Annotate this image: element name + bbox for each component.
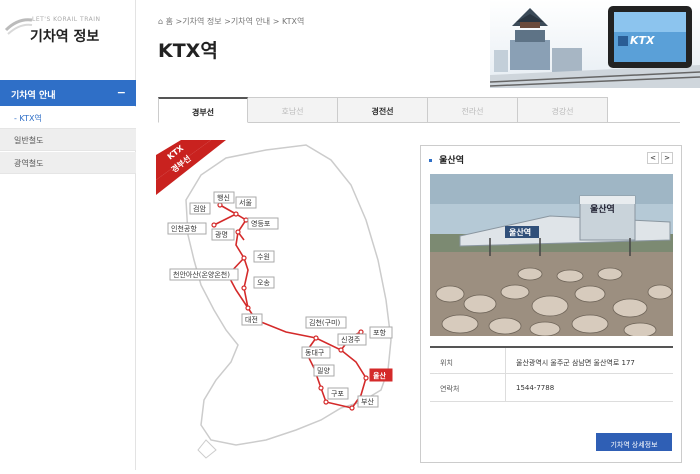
station-incheon-airport[interactable]: 인천공항 [167, 222, 207, 235]
station-seoul[interactable]: 서울 [235, 196, 257, 209]
ktx-logo-icon: KTX [630, 34, 655, 47]
station-haengsin[interactable]: 행신 [213, 191, 235, 204]
station-osong[interactable]: 오송 [253, 276, 275, 289]
tab-honam[interactable]: 호남선 [248, 97, 338, 123]
brand-eng-text: LET'S KORAIL TRAIN [32, 16, 101, 23]
station-singyeongju[interactable]: 신경주 [337, 333, 367, 346]
collapse-icon[interactable]: − [117, 86, 126, 99]
sidebar-item-metro-rail[interactable]: 광역철도 [0, 152, 136, 174]
svg-text:광명: 광명 [215, 230, 228, 239]
svg-text:천안아산(온양온천): 천안아산(온양온천) [173, 270, 230, 279]
svg-text:대전: 대전 [245, 315, 258, 324]
station-gupo[interactable]: 구포 [327, 387, 349, 400]
station-ulsan[interactable]: 울산 [369, 368, 393, 382]
station-nav: < > [645, 152, 673, 164]
tab-gyeonggang[interactable]: 경강선 [518, 97, 608, 123]
svg-text:밀양: 밀양 [317, 367, 330, 375]
contact-value: 1544-7788 [516, 384, 555, 392]
photo-sign-1: 울산역 [590, 203, 615, 215]
svg-text:검암: 검암 [193, 205, 206, 213]
station-info-header: 울산역 < > [421, 146, 681, 172]
station-daejeon[interactable]: 대전 [241, 313, 263, 326]
sidebar: LET'S KORAIL TRAIN 기차역 정보 기차역 안내 − - KTX… [0, 0, 136, 470]
page-title: KTX역 [158, 40, 218, 62]
station-cheonan-asan[interactable]: 천안아산(온양온천) [169, 268, 239, 281]
sidebar-menu-station-guide[interactable]: 기차역 안내 − [0, 80, 136, 106]
sidebar-header: LET'S KORAIL TRAIN 기차역 정보 [0, 0, 135, 78]
route-map: KTX 경부선 행신 서울 검암 영등포 인천공항 광명 수원 천안아산(온양온… [156, 140, 406, 470]
bullet-icon [429, 159, 432, 162]
svg-text:인천공항: 인천공항 [171, 224, 197, 233]
tab-gyeongbu[interactable]: 경부선 [158, 97, 248, 123]
svg-text:울산: 울산 [373, 371, 386, 380]
home-icon[interactable]: ⌂ [158, 17, 163, 26]
korail-logo-icon [4, 18, 33, 35]
station-detail-button[interactable]: 기차역 상세정보 [596, 433, 672, 451]
breadcrumb: ⌂ 홈 >기차역 정보 >기차역 안내 > KTX역 [158, 16, 304, 27]
next-arrow-icon[interactable]: > [661, 152, 673, 164]
contact-row: 연락처 1544-7788 [430, 374, 673, 402]
sidebar-item-ktx[interactable]: - KTX역 [0, 107, 136, 129]
svg-text:부산: 부산 [361, 397, 374, 406]
station-name: 울산역 [439, 156, 464, 166]
contact-label: 연락처 [440, 385, 460, 393]
svg-text:신경주: 신경주 [341, 335, 361, 344]
station-pohang[interactable]: 포항 [369, 326, 393, 339]
svg-text:서울: 서울 [239, 198, 252, 207]
tab-gyeongjeon[interactable]: 경전선 [338, 97, 428, 123]
station-geomam[interactable]: 검암 [189, 202, 211, 215]
svg-text:행신: 행신 [217, 193, 230, 202]
location-value: 울산광역시 울주군 삼남면 울산역로 177 [516, 359, 635, 367]
breadcrumb-text: 홈 >기차역 정보 >기차역 안내 > KTX역 [165, 17, 305, 26]
sidebar-title: 기차역 정보 [30, 29, 100, 45]
location-row: 위치 울산광역시 울주군 삼남면 울산역로 177 [430, 346, 673, 376]
sidebar-menu-label: 기차역 안내 [11, 91, 56, 101]
station-miryang[interactable]: 밀양 [313, 364, 335, 377]
station-yeongdeungpo[interactable]: 영등포 [247, 217, 279, 230]
svg-text:수원: 수원 [257, 252, 270, 261]
station-info-panel: 울산역 < > 울산역 울산역 위치 울산광역시 울주군 삼남면 울산역로 17… [420, 145, 682, 463]
station-gwangmyeong[interactable]: 광명 [211, 228, 235, 241]
station-photo: 울산역 울산역 [430, 174, 673, 336]
location-label: 위치 [440, 359, 453, 367]
prev-arrow-icon[interactable]: < [647, 152, 659, 164]
svg-text:구포: 구포 [331, 390, 344, 398]
station-dongdaegu[interactable]: 동대구 [301, 346, 331, 359]
svg-text:김천(구미): 김천(구미) [309, 318, 340, 327]
station-busan[interactable]: 부산 [357, 395, 379, 408]
station-gimcheon-gumi[interactable]: 김천(구미) [305, 316, 347, 329]
svg-text:영등포: 영등포 [251, 219, 271, 228]
svg-text:포항: 포항 [373, 328, 386, 337]
tab-jeolla[interactable]: 전라선 [428, 97, 518, 123]
photo-sign-2: 울산역 [509, 227, 531, 237]
station-suwon[interactable]: 수원 [253, 250, 275, 263]
header-illustration: KTX [490, 0, 700, 88]
line-tabs: 경부선 호남선 경전선 전라선 경강선 [158, 97, 680, 123]
svg-text:동대구: 동대구 [305, 349, 325, 357]
sidebar-item-general-rail[interactable]: 일반철도 [0, 129, 136, 151]
svg-text:오송: 오송 [257, 279, 270, 287]
